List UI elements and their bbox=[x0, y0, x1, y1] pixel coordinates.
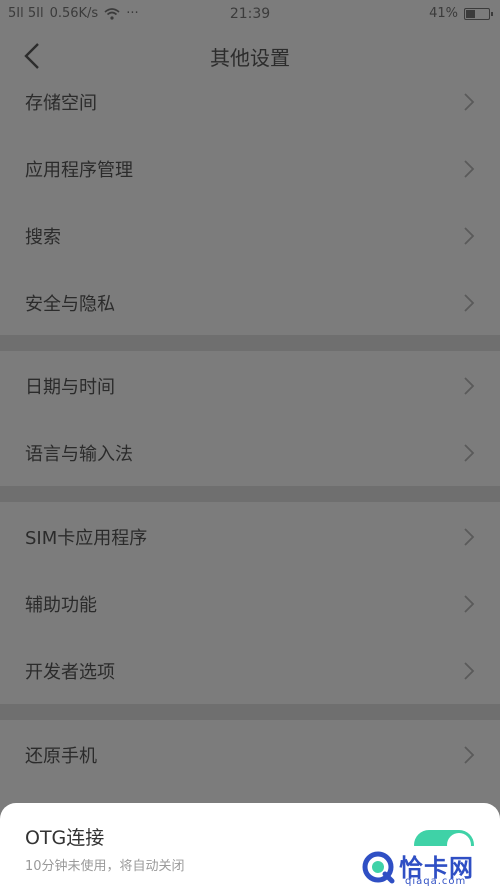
status-time: 21:39 bbox=[229, 6, 271, 22]
settings-row[interactable]: 搜索 bbox=[0, 202, 500, 269]
settings-row-label: 安全与隐私 bbox=[25, 293, 115, 315]
chevron-right-icon bbox=[464, 527, 475, 546]
settings-group: 还原手机 bbox=[0, 721, 500, 788]
battery-icon bbox=[464, 7, 493, 20]
group-divider bbox=[0, 335, 500, 351]
chevron-right-icon bbox=[464, 443, 475, 462]
settings-row-label: 应用程序管理 bbox=[25, 159, 133, 181]
settings-group: SIM卡应用程序 辅助功能开发者选项 bbox=[0, 503, 500, 704]
group-divider bbox=[0, 704, 500, 720]
settings-row-label: 辅助功能 bbox=[25, 594, 97, 616]
settings-row[interactable]: 辅助功能 bbox=[0, 570, 500, 637]
chevron-right-icon bbox=[464, 226, 475, 245]
settings-row-label: 开发者选项 bbox=[25, 661, 115, 683]
otg-subtitle: 10分钟未使用，将自动关闭 bbox=[25, 859, 185, 874]
settings-group: 日期与时间语言与输入法 bbox=[0, 352, 500, 486]
status-bar: 5Il 5Il 0.56K/s ··· 21:39 41% bbox=[0, 0, 500, 28]
settings-row[interactable]: 日期与时间 bbox=[0, 352, 500, 419]
chevron-right-icon bbox=[464, 661, 475, 680]
settings-row[interactable]: 还原手机 bbox=[0, 721, 500, 788]
settings-row[interactable]: 安全与隐私 bbox=[0, 269, 500, 336]
chevron-right-icon bbox=[464, 293, 475, 312]
battery-percent: 41% bbox=[429, 6, 458, 21]
group-divider bbox=[0, 486, 500, 502]
chevron-right-icon bbox=[464, 745, 475, 764]
chevron-right-icon bbox=[464, 594, 475, 613]
settings-row-label: 搜索 bbox=[25, 226, 61, 248]
watermark-domain: qiaqa.com bbox=[405, 876, 467, 887]
settings-row[interactable]: 应用程序管理 bbox=[0, 135, 500, 202]
settings-row[interactable]: 存储空间 bbox=[0, 68, 500, 135]
status-right: 41% bbox=[429, 6, 493, 21]
battery-fill bbox=[466, 9, 475, 18]
settings-row[interactable]: 开发者选项 bbox=[0, 637, 500, 704]
chevron-right-icon bbox=[464, 159, 475, 178]
watermark: 恰卡网 qiaqa.com bbox=[355, 846, 500, 889]
watermark-logo-icon bbox=[362, 851, 395, 884]
settings-row-label: SIM卡应用程序 bbox=[25, 527, 148, 549]
page-title: 其他设置 bbox=[210, 46, 290, 70]
settings-row-label: 日期与时间 bbox=[25, 376, 115, 398]
settings-row[interactable]: SIM卡应用程序 bbox=[0, 503, 500, 570]
settings-row-label: 语言与输入法 bbox=[25, 443, 133, 465]
settings-row-label: 存储空间 bbox=[25, 92, 97, 114]
settings-row-label: 还原手机 bbox=[25, 745, 97, 767]
settings-row[interactable]: 语言与输入法 bbox=[0, 419, 500, 486]
chevron-right-icon bbox=[464, 92, 475, 111]
otg-title: OTG连接 bbox=[25, 827, 105, 849]
settings-group: 存储空间应用程序管理 搜索安全与隐私 bbox=[0, 68, 500, 336]
chevron-right-icon bbox=[464, 376, 475, 395]
